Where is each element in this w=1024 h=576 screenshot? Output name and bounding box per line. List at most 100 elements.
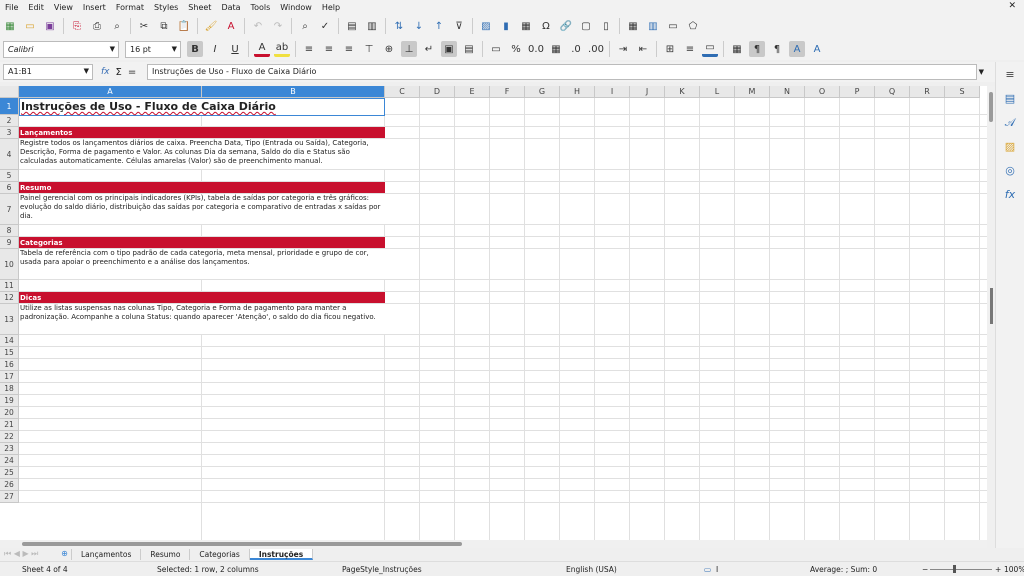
row-header[interactable]: 4 (0, 139, 19, 170)
italic-icon[interactable]: I (207, 41, 223, 57)
save-icon[interactable]: ▣ (42, 18, 58, 34)
column-header[interactable]: O (805, 86, 840, 98)
column-header[interactable]: S (945, 86, 980, 98)
zoom-in-icon[interactable]: + (995, 565, 1001, 574)
row-header[interactable]: 8 (0, 225, 19, 237)
show-draw-functions-icon[interactable]: ⬠ (685, 18, 701, 34)
format-as-date-icon[interactable]: ▦ (548, 41, 564, 57)
text-vertical-icon[interactable]: A (809, 41, 825, 57)
add-decimal-icon[interactable]: .0 (568, 41, 584, 57)
row-header[interactable]: 11 (0, 280, 19, 292)
menu-item[interactable]: Styles (149, 3, 183, 12)
menu-item[interactable]: Edit (23, 3, 49, 12)
menu-item[interactable]: Window (275, 3, 317, 12)
expand-formula-icon[interactable]: ▼ (979, 68, 984, 76)
column-header[interactable]: P (840, 86, 875, 98)
column-header[interactable]: C (385, 86, 420, 98)
print-preview-icon[interactable]: ⌕ (109, 18, 125, 34)
align-middle-icon[interactable]: ⊕ (381, 41, 397, 57)
row-header[interactable]: 25 (0, 467, 19, 479)
statistics-summary[interactable]: Average: ; Sum: 0 (810, 565, 877, 574)
spelling-icon[interactable]: ✓ (317, 18, 333, 34)
functions-icon[interactable]: fx (1003, 188, 1017, 202)
row-header[interactable]: 21 (0, 419, 19, 431)
row-header[interactable]: 22 (0, 431, 19, 443)
page-style[interactable]: PageStyle_Instruções (342, 565, 422, 574)
find-replace-icon[interactable]: ⌕ (297, 18, 313, 34)
language[interactable]: English (USA) (566, 565, 617, 574)
row-header[interactable]: 3 (0, 127, 19, 139)
column-header[interactable]: G (525, 86, 560, 98)
sheet-tab[interactable]: Categorias (190, 549, 250, 560)
redo-icon[interactable]: ↷ (270, 18, 286, 34)
delete-decimal-icon[interactable]: .00 (588, 41, 604, 57)
row-header[interactable]: 26 (0, 479, 19, 491)
new-document-icon[interactable]: ▦ (2, 18, 18, 34)
column-header[interactable]: B (202, 86, 385, 98)
column-header[interactable]: D (420, 86, 455, 98)
section-description-cell[interactable]: Registre todos os lançamentos diários de… (19, 139, 385, 169)
row-header[interactable]: 20 (0, 407, 19, 419)
text-direction-rtl-icon[interactable]: ¶ (769, 41, 785, 57)
insert-chart-icon[interactable]: ▮ (498, 18, 514, 34)
section-description-cell[interactable]: Tabela de referência com o tipo padrão d… (19, 249, 385, 279)
unmerge-icon[interactable]: ▤ (461, 41, 477, 57)
styles-icon[interactable]: 𝒜 (1003, 116, 1017, 130)
menu-item[interactable]: View (49, 3, 78, 12)
scroll-thumb[interactable] (22, 542, 462, 546)
font-color-icon[interactable]: A (254, 41, 270, 57)
select-all-corner[interactable] (0, 86, 19, 98)
format-as-number-icon[interactable]: 0.0 (528, 41, 544, 57)
row-icon[interactable]: ▤ (344, 18, 360, 34)
increase-indent-icon[interactable]: ⇥ (615, 41, 631, 57)
section-header-cell[interactable]: Categorias (19, 237, 385, 248)
formula-equals-icon[interactable]: = (128, 67, 136, 78)
scroll-thumb[interactable] (989, 92, 993, 122)
format-as-percent-icon[interactable]: % (508, 41, 524, 57)
align-left-icon[interactable]: ≡ (301, 41, 317, 57)
sort-icon[interactable]: ⇅ (391, 18, 407, 34)
horizontal-scrollbar[interactable] (0, 540, 987, 548)
zoom-out-icon[interactable]: − (922, 565, 928, 574)
define-print-area-icon[interactable]: ▦ (625, 18, 641, 34)
conditional-format-icon[interactable]: ▦ (729, 41, 745, 57)
clear-formatting-icon[interactable]: A (223, 18, 239, 34)
column-header[interactable]: N (770, 86, 805, 98)
copy-icon[interactable]: ⧉ (156, 18, 172, 34)
chevron-down-icon[interactable]: ▼ (172, 45, 177, 53)
split-window-icon[interactable]: ▭ (665, 18, 681, 34)
column-header[interactable]: J (630, 86, 665, 98)
row-header[interactable]: 15 (0, 347, 19, 359)
bold-icon[interactable]: B (187, 41, 203, 57)
sort-ascending-icon[interactable]: ↓ (411, 18, 427, 34)
section-description-cell[interactable]: Utilize as listas suspensas nas colunas … (19, 304, 385, 334)
section-header-cell[interactable]: Resumo (19, 182, 385, 193)
navigator-icon[interactable]: ◎ (1003, 164, 1017, 178)
section-description-cell[interactable]: Painel gerencial com os principais indic… (19, 194, 385, 224)
undo-icon[interactable]: ↶ (250, 18, 266, 34)
column-header[interactable]: H (560, 86, 595, 98)
text-direction-ltr-icon[interactable]: ¶ (749, 41, 765, 57)
zoom-slider[interactable] (930, 569, 992, 570)
export-pdf-icon[interactable]: ⎘ (69, 18, 85, 34)
chevron-down-icon[interactable]: ▼ (110, 45, 115, 53)
cut-icon[interactable]: ✂ (136, 18, 152, 34)
zoom-level[interactable]: 100% (1004, 565, 1024, 574)
decrease-indent-icon[interactable]: ⇤ (635, 41, 651, 57)
close-document-icon[interactable]: ✕ (1008, 1, 1016, 11)
paste-icon[interactable]: 📋 (176, 18, 192, 34)
border-style-icon[interactable]: ≡ (682, 41, 698, 57)
font-name-box[interactable]: Calibri ▼ (3, 40, 119, 58)
sum-icon[interactable]: Σ (116, 67, 122, 78)
formula-input[interactable]: Instruções de Uso - Fluxo de Caixa Diári… (147, 64, 977, 80)
row-header[interactable]: 24 (0, 455, 19, 467)
sort-descending-icon[interactable]: ↑ (431, 18, 447, 34)
font-size-box[interactable]: 16 pt ▼ (125, 40, 181, 58)
row-header[interactable]: 17 (0, 371, 19, 383)
column-header[interactable]: I (595, 86, 630, 98)
row-header[interactable]: 10 (0, 249, 19, 280)
align-bottom-icon[interactable]: ⊥ (401, 41, 417, 57)
column-header[interactable]: F (490, 86, 525, 98)
format-as-currency-icon[interactable]: ▭ (488, 41, 504, 57)
column-icon[interactable]: ▥ (364, 18, 380, 34)
